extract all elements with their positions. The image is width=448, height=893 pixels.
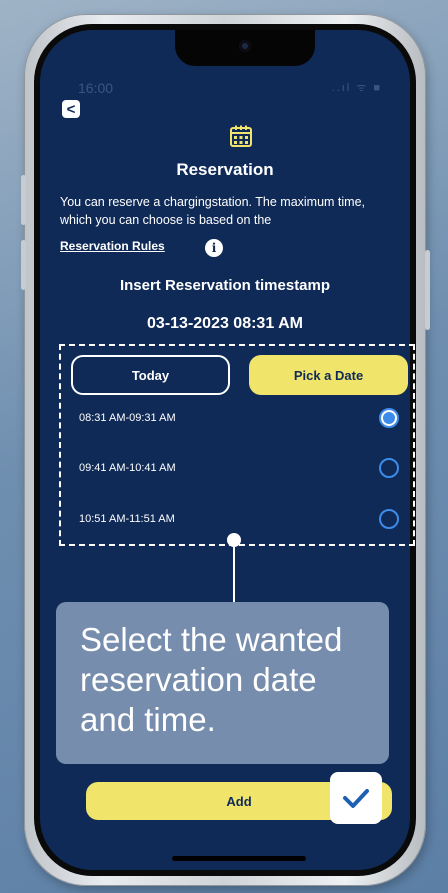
section-subtitle: Insert Reservation timestamp xyxy=(119,277,331,294)
reservation-rules-link[interactable]: Reservation Rules xyxy=(60,239,165,253)
phone-side-button xyxy=(425,250,430,330)
status-time: 16:00 xyxy=(78,80,114,96)
selected-timestamp: 03-13-2023 08:31 AM xyxy=(147,315,303,332)
home-indicator xyxy=(172,856,306,861)
phone-side-button xyxy=(21,240,26,290)
notch xyxy=(175,30,315,66)
info-icon[interactable]: i xyxy=(205,239,223,257)
highlight-box xyxy=(59,344,415,546)
tutorial-callout: Select the wanted reservation date and t… xyxy=(56,602,389,764)
checkmark-icon xyxy=(343,789,369,808)
status-icons: ..ıl ᯤ ■ xyxy=(331,82,382,94)
back-button[interactable]: < xyxy=(62,100,80,118)
camera-icon xyxy=(239,40,251,52)
page-title: Reservation xyxy=(176,160,274,179)
phone-side-button xyxy=(21,175,26,225)
page-description: You can reserve a chargingstation. The m… xyxy=(60,195,366,227)
check-badge[interactable] xyxy=(330,772,382,824)
callout-connector-line xyxy=(233,545,235,602)
calendar-icon xyxy=(229,124,253,148)
